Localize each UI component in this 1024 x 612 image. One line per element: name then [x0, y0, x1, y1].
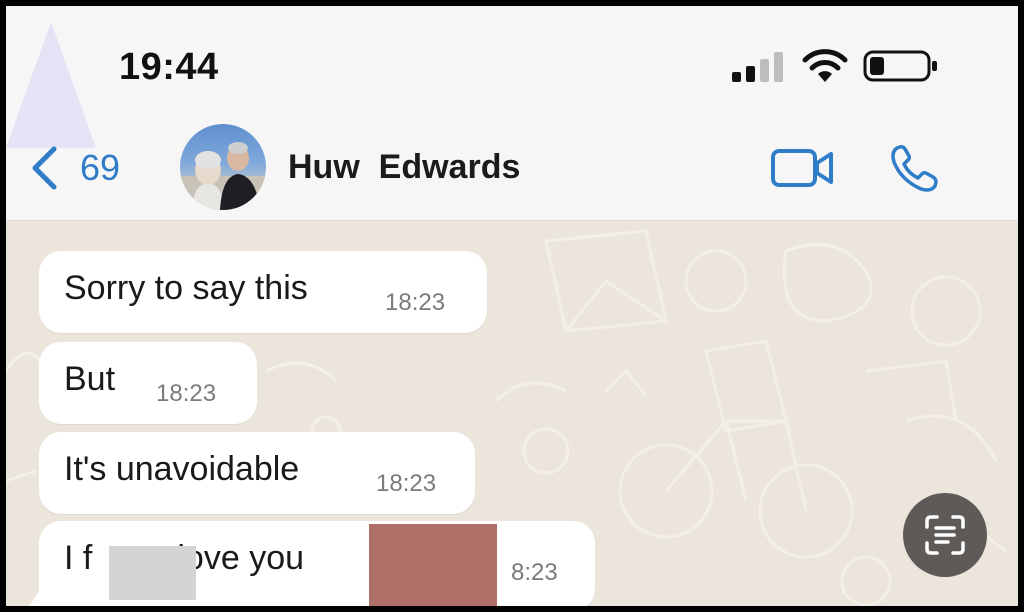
wifi-icon — [802, 49, 848, 82]
video-call-icon[interactable] — [770, 146, 834, 190]
message-text: It's unavoidable — [64, 450, 300, 488]
message-time: 18:23 — [376, 470, 437, 497]
message-bubble[interactable]: Sorry to say this 18:23 — [39, 251, 487, 333]
message-time: 18:23 — [156, 380, 217, 407]
chat-header: 19:44 69 Huw Edwards — [6, 6, 1018, 221]
message-time: 18:23 — [385, 289, 446, 316]
message-time: 8:23 — [511, 559, 558, 586]
redaction-box — [369, 524, 497, 606]
message-text: But — [64, 360, 116, 398]
phone-icon[interactable] — [889, 142, 941, 194]
back-button[interactable]: 69 — [30, 140, 120, 196]
message-bubble[interactable]: It's unavoidable 18:23 — [39, 432, 475, 514]
message-bubble[interactable]: But 18:23 — [39, 342, 257, 424]
contact-name[interactable]: Huw Edwards — [288, 148, 520, 187]
chat-area[interactable]: Sorry to say this 18:23 But 18:23 It's u… — [6, 221, 1018, 606]
avatar-photo — [180, 142, 266, 210]
redaction-box — [109, 546, 196, 600]
text-scan-button[interactable] — [903, 493, 987, 577]
battery-icon — [863, 50, 937, 82]
message-text: Sorry to say this — [64, 269, 308, 307]
chevron-left-icon — [32, 146, 57, 190]
corner-overlay — [6, 22, 96, 148]
status-time: 19:44 — [119, 46, 219, 88]
text-scan-icon — [925, 515, 965, 555]
contact-avatar[interactable] — [180, 124, 266, 210]
phone-screen: 19:44 69 Huw Edwards Sorry to say this 1… — [6, 6, 1018, 606]
unread-count: 69 — [80, 147, 121, 188]
signal-bars-icon — [732, 52, 783, 82]
